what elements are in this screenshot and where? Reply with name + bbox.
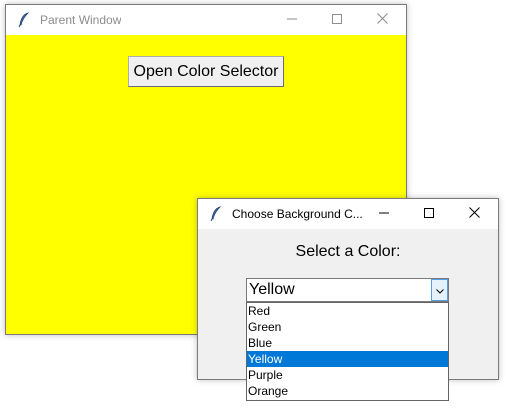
parent-titlebar[interactable]: Parent Window [6,5,406,35]
child-titlebar[interactable]: Choose Background C... [198,199,498,229]
combobox-value: Yellow [249,281,295,298]
parent-maximize-button[interactable] [314,5,359,35]
parent-close-button[interactable] [360,5,405,35]
parent-window-title: Parent Window [40,13,122,27]
minimize-icon [286,11,297,29]
dropdown-option[interactable]: Green [247,319,448,335]
select-color-label: Select a Color: [295,243,401,260]
feather-icon [208,206,224,222]
maximize-icon [423,205,434,223]
dropdown-option[interactable]: Blue [247,335,448,351]
minimize-icon [378,205,389,223]
color-combobox[interactable]: Yellow [246,278,449,302]
child-minimize-button[interactable] [361,199,406,229]
chevron-down-icon [435,281,444,299]
parent-minimize-button[interactable] [269,5,314,35]
dropdown-option[interactable]: Red [247,303,448,319]
close-icon [469,205,480,223]
child-maximize-button[interactable] [406,199,451,229]
color-dropdown-list: Red Green Blue Yellow Purple Orange [246,302,449,401]
close-icon [377,11,388,29]
combobox-dropdown-button[interactable] [431,279,448,301]
feather-icon [16,12,32,28]
child-close-button[interactable] [452,199,497,229]
maximize-icon [331,11,342,29]
dropdown-option[interactable]: Yellow [247,351,448,367]
child-window-title: Choose Background C... [232,207,363,221]
dropdown-option[interactable]: Orange [247,383,448,399]
open-color-selector-button[interactable]: Open Color Selector [128,56,284,87]
dropdown-option[interactable]: Purple [247,367,448,383]
